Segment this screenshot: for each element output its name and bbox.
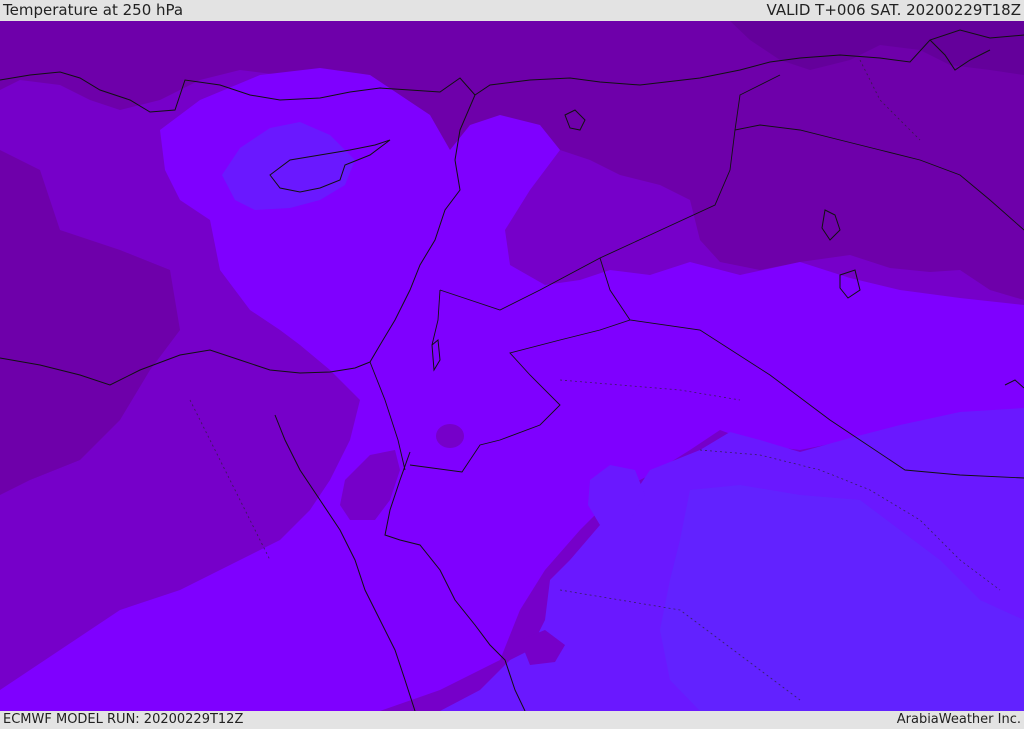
map-header: Temperature at 250 hPa VALID T+006 SAT. … (0, 0, 1024, 21)
map-footer: ECMWF MODEL RUN: 20200229T12Z ArabiaWeat… (0, 711, 1024, 729)
valid-time-label: VALID T+006 SAT. 20200229T18Z (766, 1, 1021, 19)
credit-label: ArabiaWeather Inc. (896, 712, 1021, 727)
contour-dark-negev (436, 424, 464, 448)
model-run-label: ECMWF MODEL RUN: 20200229T12Z (3, 712, 244, 727)
map-canvas (0, 21, 1024, 711)
map-title: Temperature at 250 hPa (3, 1, 184, 19)
temperature-map[interactable] (0, 21, 1024, 711)
